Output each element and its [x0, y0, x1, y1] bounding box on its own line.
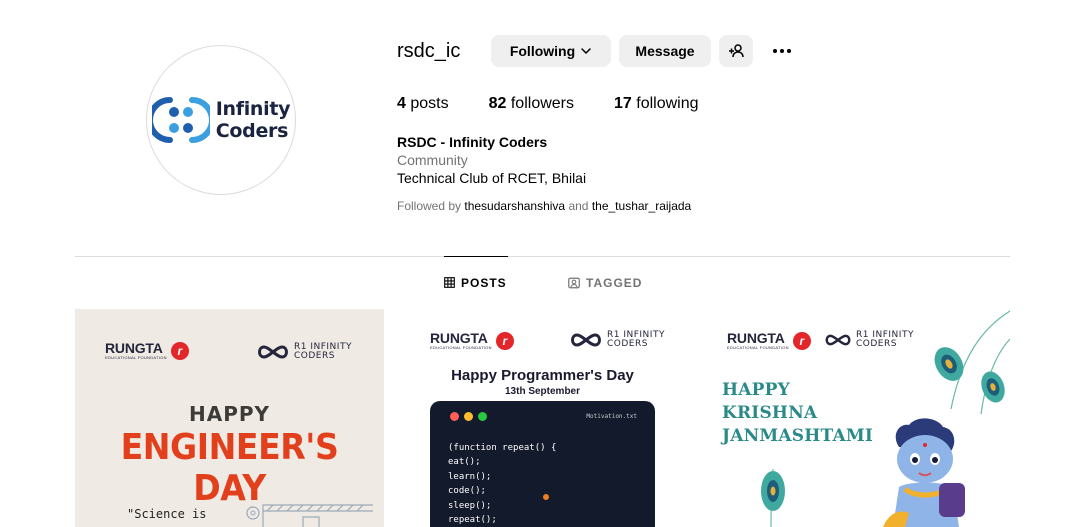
- r1-infinity-logo: R1 INFINITY CODERS: [568, 331, 665, 349]
- r1-line-2: CODERS: [607, 339, 648, 349]
- post-engineers-day[interactable]: RUNGTA EDUCATIONAL FOUNDATION r R1 INFIN…: [75, 309, 384, 527]
- following-link[interactable]: 17 following: [614, 94, 699, 114]
- tabs-divider: [75, 256, 1010, 257]
- post-3-line: HAPPY: [722, 380, 790, 400]
- infinity-logo-icon: [151, 97, 210, 143]
- grid-icon: [444, 277, 455, 288]
- posts-count-label: posts: [410, 95, 449, 112]
- infinity-icon: [825, 334, 851, 346]
- followed-by-conjunction: and: [568, 199, 589, 213]
- add-user-button[interactable]: [719, 35, 753, 67]
- rungta-mark-icon: r: [170, 341, 189, 360]
- profile-stats: 4 posts 82 followers 17 following: [397, 94, 739, 114]
- rungta-logo: RUNGTA EDUCATIONAL FOUNDATION r: [105, 341, 189, 360]
- code-window: Motivation.txt (function repeat() { eat(…: [430, 401, 655, 527]
- profile-avatar[interactable]: Infinity Coders: [146, 45, 296, 195]
- code-file-name: Motivation.txt: [586, 413, 637, 420]
- followers-link[interactable]: 82 followers: [489, 94, 574, 114]
- cursor-dot: [543, 494, 549, 500]
- following-button[interactable]: Following: [491, 35, 611, 67]
- followers-count-label: followers: [510, 95, 574, 112]
- rungta-name: RUNGTA: [430, 330, 488, 346]
- chevron-down-icon: [581, 48, 591, 54]
- tab-posts[interactable]: POSTS: [444, 256, 508, 308]
- rungta-sub: EDUCATIONAL FOUNDATION: [430, 345, 492, 350]
- code-line: learn();: [448, 471, 492, 482]
- post-1-quote: "Science is: [127, 507, 207, 521]
- rungta-mark-icon: r: [495, 331, 514, 350]
- message-button-label: Message: [635, 43, 695, 59]
- infinity-coders-logo: Infinity Coders: [151, 92, 291, 148]
- followers-count-value: 82: [488, 95, 507, 112]
- posts-count-value: 4: [397, 95, 406, 112]
- post-1-happy: HAPPY: [188, 402, 270, 426]
- following-count-value: 17: [614, 95, 632, 112]
- rungta-logo: RUNGTA EDUCATIONAL FOUNDATION r: [727, 331, 811, 350]
- tagged-icon: [568, 277, 580, 289]
- r1-infinity-logo: R1 INFINITY CODERS: [823, 331, 914, 349]
- peacock-feather-icon: [761, 468, 785, 527]
- profile-username: rsdc_ic: [397, 40, 461, 62]
- code-line: code();: [448, 486, 486, 497]
- add-user-icon: [729, 44, 744, 58]
- r1-line-2: CODERS: [856, 339, 897, 349]
- rungta-name: RUNGTA: [105, 340, 163, 356]
- peacock-feather-icon: [934, 310, 1010, 415]
- post-3-line: KRISHNA: [722, 403, 818, 423]
- followed-by: Followed by thesudarshanshiva and the_tu…: [397, 199, 691, 214]
- profile-bio: Technical Club of RCET, Bhilai: [397, 170, 587, 186]
- code-lines: (function repeat() { eat(); learn(); cod…: [448, 441, 556, 527]
- message-button[interactable]: Message: [619, 35, 711, 67]
- post-programmers-day[interactable]: RUNGTA EDUCATIONAL FOUNDATION r R1 INFIN…: [388, 309, 697, 527]
- rungta-sub: EDUCATIONAL FOUNDATION: [727, 345, 789, 350]
- code-line: sleep();: [448, 500, 492, 511]
- infinity-icon: [258, 345, 288, 359]
- r1-line-2: CODERS: [294, 351, 335, 361]
- rungta-logo: RUNGTA EDUCATIONAL FOUNDATION r: [430, 331, 514, 350]
- posts-count: 4 posts: [397, 94, 449, 114]
- post-2-date: 13th September: [504, 386, 581, 397]
- rungta-sub: EDUCATIONAL FOUNDATION: [105, 355, 167, 360]
- more-options-icon[interactable]: [768, 40, 796, 62]
- r1-infinity-logo: R1 INFINITY CODERS: [255, 343, 352, 361]
- code-line: eat();: [448, 457, 481, 468]
- code-line: (function repeat() {: [448, 443, 557, 453]
- rungta-name: RUNGTA: [727, 330, 785, 346]
- profile-full-name: RSDC - Infinity Coders: [397, 134, 548, 150]
- infinity-icon: [571, 333, 601, 347]
- following-button-label: Following: [509, 43, 576, 59]
- logo-line-1: Infinity: [215, 98, 291, 120]
- followed-by-user-1[interactable]: thesudarshanshiva: [464, 199, 565, 213]
- krishna-illustration-icon: [883, 418, 965, 527]
- tab-posts-label: POSTS: [461, 275, 507, 290]
- profile-category: Community: [397, 152, 468, 168]
- followed-by-prefix: Followed by: [397, 199, 462, 213]
- crane-illustration-icon: [246, 504, 373, 527]
- post-krishna-janmashtami[interactable]: RUNGTA EDUCATIONAL FOUNDATION r R1 INFIN…: [701, 309, 1010, 527]
- rungta-mark-icon: r: [792, 331, 811, 350]
- post-3-greeting: HAPPY KRISHNA JANMASHTAMI: [722, 379, 873, 448]
- tab-tagged[interactable]: TAGGED: [568, 257, 642, 309]
- post-2-title: Happy Programmer's Day: [451, 367, 634, 384]
- post-3-line: JANMASHTAMI: [722, 426, 873, 446]
- logo-line-2: Coders: [215, 120, 289, 142]
- window-dots: [450, 412, 487, 421]
- following-count-label: following: [636, 95, 699, 112]
- followed-by-user-2[interactable]: the_tushar_raijada: [592, 199, 691, 213]
- tab-tagged-label: TAGGED: [586, 276, 643, 290]
- code-line: repeat();: [448, 515, 497, 526]
